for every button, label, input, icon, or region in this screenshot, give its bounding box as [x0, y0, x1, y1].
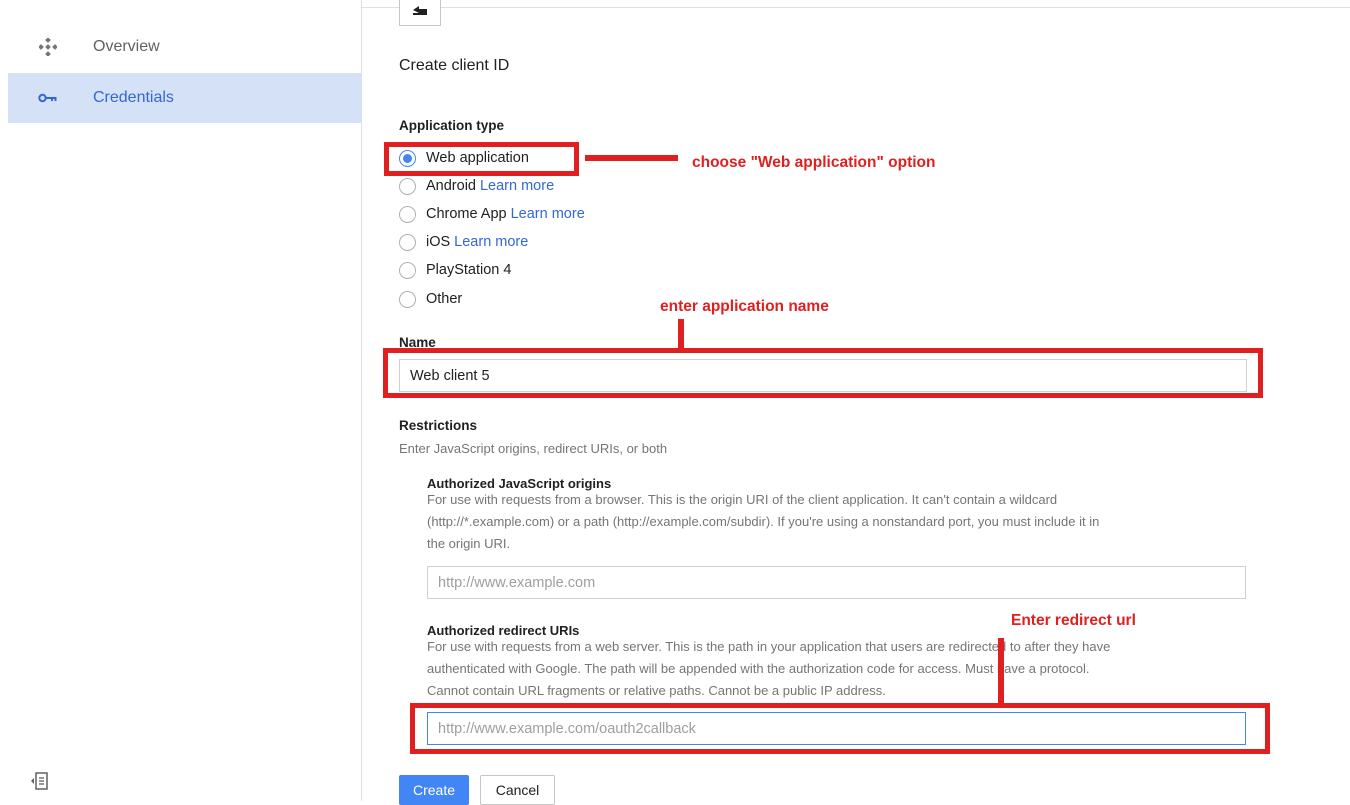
radio-label: Chrome App [426, 206, 507, 222]
js-origins-help: For use with requests from a browser. Th… [427, 492, 1100, 551]
sidebar-item-overview[interactable]: Overview [8, 22, 362, 72]
collapse-sidebar-icon[interactable] [30, 772, 48, 790]
sidebar-item-label: Credentials [93, 89, 174, 106]
back-arrow-icon [411, 4, 429, 22]
annotation-text-web-application: choose "Web application" option [692, 154, 936, 171]
application-type-label: Application type [399, 118, 505, 133]
radio-chrome-app[interactable]: Chrome App Learn more [399, 203, 585, 225]
annotation-line-redirect [998, 638, 1004, 706]
sidebar-item-credentials[interactable]: Credentials [8, 73, 362, 123]
radio-android[interactable]: Android Learn more [399, 175, 554, 197]
restrictions-description: Enter JavaScript origins, redirect URIs,… [399, 441, 668, 456]
radio-playstation-4[interactable]: PlayStation 4 [399, 259, 511, 281]
annotation-text-app-name: enter application name [660, 298, 829, 315]
learn-more-link[interactable]: Learn more [454, 234, 528, 250]
top-divider [362, 7, 1350, 8]
page-title: Create client ID [399, 57, 510, 74]
restrictions-label: Restrictions [399, 418, 478, 433]
sidebar: Overview Credentials [0, 0, 362, 801]
annotation-box-name [383, 348, 1263, 398]
radio-button[interactable] [399, 233, 416, 251]
learn-more-link[interactable]: Learn more [511, 206, 585, 222]
annotation-text-redirect: Enter redirect url [1011, 612, 1136, 629]
radio-button[interactable] [399, 177, 416, 195]
radio-label: iOS [426, 234, 451, 250]
annotation-line-app-name [678, 319, 684, 349]
sidebar-item-label: Overview [93, 38, 160, 55]
learn-more-link[interactable]: Learn more [480, 178, 554, 194]
radio-label: PlayStation 4 [426, 262, 512, 278]
annotation-box-web-application [384, 142, 579, 176]
radio-button[interactable] [399, 261, 416, 279]
annotation-line-web-application [585, 155, 678, 161]
radio-label: Android [426, 178, 476, 194]
radio-button[interactable] [399, 290, 416, 308]
js-origins-input[interactable] [427, 566, 1246, 599]
radio-other[interactable]: Other [399, 288, 462, 310]
redirect-uris-help: For use with requests from a web server.… [427, 639, 1111, 698]
overview-icon [38, 37, 58, 57]
key-icon [38, 88, 58, 108]
annotation-box-redirect [410, 703, 1270, 754]
radio-label: Other [426, 291, 463, 307]
radio-button[interactable] [399, 205, 416, 223]
back-button[interactable] [399, 0, 441, 26]
radio-ios[interactable]: iOS Learn more [399, 231, 528, 253]
